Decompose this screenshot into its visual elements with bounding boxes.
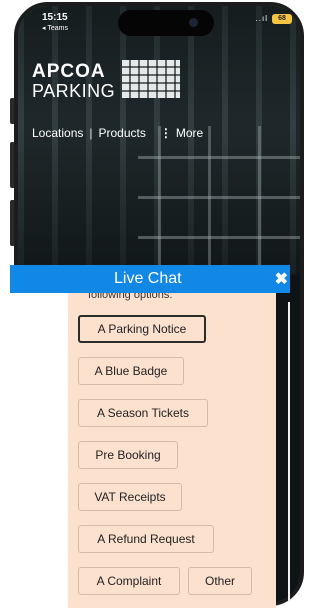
option-vat-receipts[interactable]: VAT Receipts [78, 483, 182, 511]
chat-intro-text: following options: [88, 293, 173, 301]
option-complaint[interactable]: A Complaint [78, 567, 180, 595]
option-pre-booking[interactable]: Pre Booking [78, 441, 178, 469]
live-chat-body: following options: A Parking Notice A Bl… [10, 293, 276, 608]
dynamic-island [118, 10, 214, 36]
option-season-tickets[interactable]: A Season Tickets [78, 399, 208, 427]
live-chat-title: Live Chat [114, 270, 182, 287]
more-menu-icon[interactable]: ⋮ [160, 126, 172, 140]
option-other[interactable]: Other [188, 567, 252, 595]
live-chat-header[interactable]: Live Chat ✖ [10, 265, 290, 293]
apcoa-logo[interactable]: APCOA PARKING [32, 62, 115, 101]
hero-image [18, 6, 300, 274]
option-refund-request[interactable]: A Refund Request [78, 525, 214, 553]
chat-scrollbar[interactable] [288, 302, 290, 602]
option-blue-badge[interactable]: A Blue Badge [78, 357, 184, 385]
chat-message-panel: following options: A Parking Notice A Bl… [68, 293, 276, 608]
option-parking-notice[interactable]: A Parking Notice [78, 315, 206, 343]
nav-more[interactable]: More [176, 126, 203, 140]
nav-separator: | [89, 126, 93, 140]
main-nav: Locations | Products ⋮ More [32, 126, 203, 140]
back-to-app-link[interactable]: ◂ Teams [42, 24, 68, 32]
logo-grid-icon [122, 60, 180, 98]
battery-icon: 68 [272, 14, 292, 24]
nav-locations[interactable]: Locations [32, 126, 83, 140]
nav-products[interactable]: Products [99, 126, 146, 140]
camera-icon [189, 18, 198, 27]
logo-line-parking: PARKING [32, 81, 116, 101]
signal-wifi-icon: ..ıl [255, 14, 268, 23]
status-time: 15:15 [42, 12, 68, 23]
close-chat-icon[interactable]: ✖ [275, 269, 288, 289]
logo-line-apcoa: APCOA [32, 61, 106, 82]
